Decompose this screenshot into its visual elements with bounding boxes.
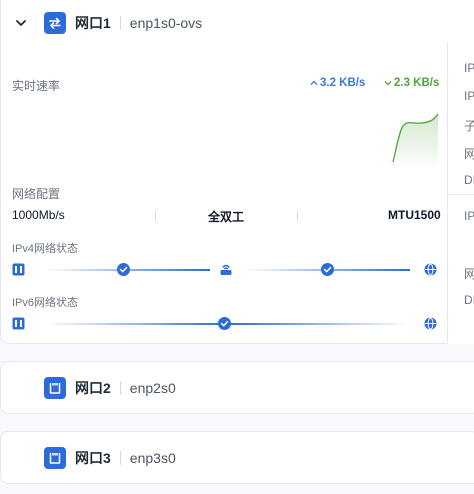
mtu-value: MTU1500	[388, 208, 441, 222]
network-config-label: 网络配置	[12, 187, 61, 201]
header-divider	[119, 381, 121, 395]
port-name: 网口3	[75, 450, 111, 466]
link-speed-value: 1000Mb/s	[12, 208, 65, 222]
swap-arrows-icon	[44, 12, 66, 34]
port-name: 网口1	[75, 15, 111, 31]
globe-icon	[424, 317, 437, 330]
check-icon	[218, 317, 231, 330]
realtime-rate-label: 实时速率	[12, 79, 61, 93]
port-name: 网口2	[75, 380, 111, 396]
arrow-up-icon	[310, 80, 318, 85]
interface-name: enp2s0	[129, 380, 176, 396]
ipv6-status-label: IPv6网络状态	[12, 297, 79, 309]
router-icon	[220, 264, 232, 275]
config-divider	[297, 210, 298, 222]
interface-name: enp1s0-ovs	[129, 15, 203, 31]
side-label: 网	[464, 267, 474, 281]
download-rate: 2.3 KB/s	[384, 77, 439, 89]
side-label: 网	[464, 147, 474, 161]
port-1-header[interactable]: 网口1 enp1s0-ovs	[14, 12, 202, 34]
port-3-header[interactable]: 网口3 enp3s0	[44, 447, 176, 469]
ethernet-port-icon	[44, 447, 66, 469]
side-label: IP	[464, 61, 474, 75]
download-rate-value: 2.3 KB/s	[394, 77, 440, 89]
globe-icon	[424, 263, 437, 276]
duplex-value: 全双工	[208, 210, 245, 224]
side-label: DI	[464, 173, 474, 187]
network-interface-icon	[12, 317, 25, 330]
ethernet-port-icon	[44, 377, 66, 399]
interface-name: enp3s0	[129, 450, 176, 466]
side-label: IP	[464, 209, 474, 223]
side-label: 子	[464, 119, 474, 133]
network-interface-icon	[12, 263, 25, 276]
check-icon	[321, 263, 334, 276]
side-label: DI	[464, 293, 474, 307]
chevron-down-icon[interactable]	[14, 16, 30, 30]
side-label: IP	[464, 89, 474, 103]
header-divider	[119, 16, 121, 30]
upload-rate-value: 3.2 KB/s	[320, 77, 366, 89]
side-divider	[448, 194, 474, 195]
ip-details-panel: IP IP 子 网 DI IP 网 DI	[447, 42, 474, 344]
arrow-down-icon	[384, 81, 392, 86]
config-divider	[155, 210, 156, 222]
check-icon	[117, 263, 130, 276]
upload-rate: 3.2 KB/s	[310, 77, 365, 89]
ipv4-status-label: IPv4网络状态	[12, 243, 79, 255]
port-2-header[interactable]: 网口2 enp2s0	[44, 377, 176, 399]
rate-sparkline	[392, 113, 439, 166]
header-divider	[119, 451, 121, 465]
port-card-1	[0, 0, 474, 344]
